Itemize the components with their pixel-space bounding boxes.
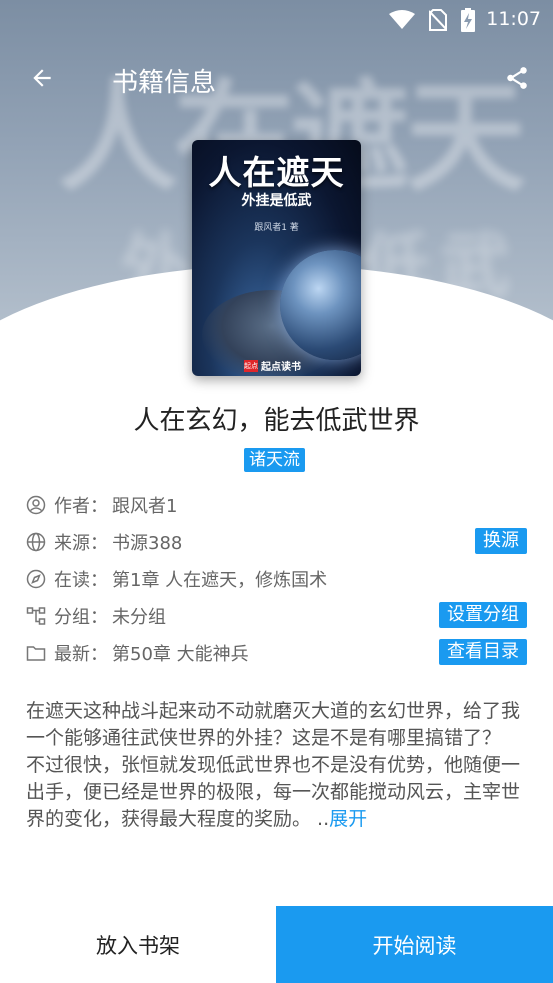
bottom-action-bar: 放入书架 开始阅读 — [0, 906, 553, 983]
arrow-left-icon — [29, 65, 55, 95]
group-value: 未分组 — [112, 607, 166, 628]
wifi-icon — [389, 10, 415, 34]
change-source-button[interactable]: 换源 — [475, 528, 527, 554]
description-paragraph-2-text: 不过很快，张恒就发现低武世界也不是没有优势，他随便一出手，便已经是世界的极限，每… — [26, 754, 521, 830]
folder-icon — [26, 643, 46, 663]
cover-title: 人在遮天 — [208, 153, 345, 192]
add-to-shelf-button[interactable]: 放入书架 — [0, 906, 276, 983]
compass-icon — [26, 569, 46, 589]
description-paragraph-2: 不过很快，张恒就发现低武世界也不是没有优势，他随便一出手，便已经是世界的极限，每… — [26, 752, 531, 833]
group-icon — [26, 606, 46, 626]
description-paragraph-1: 在遮天这种战斗起来动不动就磨灭大道的玄幻世界，给了我一个能够通往武侠世界的外挂？… — [26, 700, 521, 749]
latest-label: 最新： — [54, 644, 108, 665]
page-title: 书籍信息 — [112, 68, 217, 98]
latest-row: 最新： 第50章 大能神兵 — [26, 640, 249, 666]
status-icons — [389, 8, 475, 36]
source-row: 来源： 书源388 — [26, 529, 182, 555]
share-icon — [504, 65, 530, 95]
author-row: 作者： 跟风者1 — [26, 492, 177, 518]
cover-author: 跟风者1 著 — [254, 223, 299, 233]
start-reading-button[interactable]: 开始阅读 — [276, 906, 553, 983]
book-cover[interactable]: 人在遮天 外挂是低武 跟风者1 著 起点 起点读书 — [192, 140, 361, 376]
status-time: 11:07 — [486, 8, 541, 30]
publisher-name: 起点读书 — [261, 362, 301, 373]
set-group-button[interactable]: 设置分组 — [439, 602, 527, 628]
author-value: 跟风者1 — [112, 496, 178, 517]
reading-value: 第1章 人在遮天，修炼国术 — [112, 570, 328, 591]
reading-label: 在读： — [54, 570, 108, 591]
book-description: 在遮天这种战斗起来动不动就磨灭大道的玄幻世界，给了我一个能够通往武侠世界的外挂？… — [26, 698, 531, 833]
status-bar: 11:07 — [0, 0, 553, 38]
latest-value: 第50章 大能神兵 — [112, 644, 249, 665]
app-bar: 书籍信息 — [0, 50, 553, 110]
publisher-mark: 起点 — [244, 359, 258, 372]
view-toc-button[interactable]: 查看目录 — [439, 639, 527, 665]
book-name: 人在玄幻，能去低武世界 — [133, 406, 420, 436]
back-button[interactable] — [22, 60, 62, 100]
person-icon — [26, 495, 46, 515]
globe-icon — [26, 532, 46, 552]
source-value: 书源388 — [112, 533, 183, 554]
battery-charging-icon — [461, 8, 475, 36]
genre-tag: 诸天流 — [244, 448, 305, 472]
no-sim-icon — [428, 9, 448, 35]
cover-subtitle: 外挂是低武 — [241, 193, 312, 209]
group-row: 分组： 未分组 — [26, 603, 166, 629]
expand-link[interactable]: 展开 — [329, 808, 367, 830]
cover-publisher-logo: 起点 起点读书 — [244, 358, 301, 373]
group-label: 分组： — [54, 607, 108, 628]
share-button[interactable] — [497, 60, 537, 100]
reading-row: 在读： 第1章 人在遮天，修炼国术 — [26, 566, 327, 592]
source-label: 来源： — [54, 533, 108, 554]
author-label: 作者： — [54, 496, 108, 517]
